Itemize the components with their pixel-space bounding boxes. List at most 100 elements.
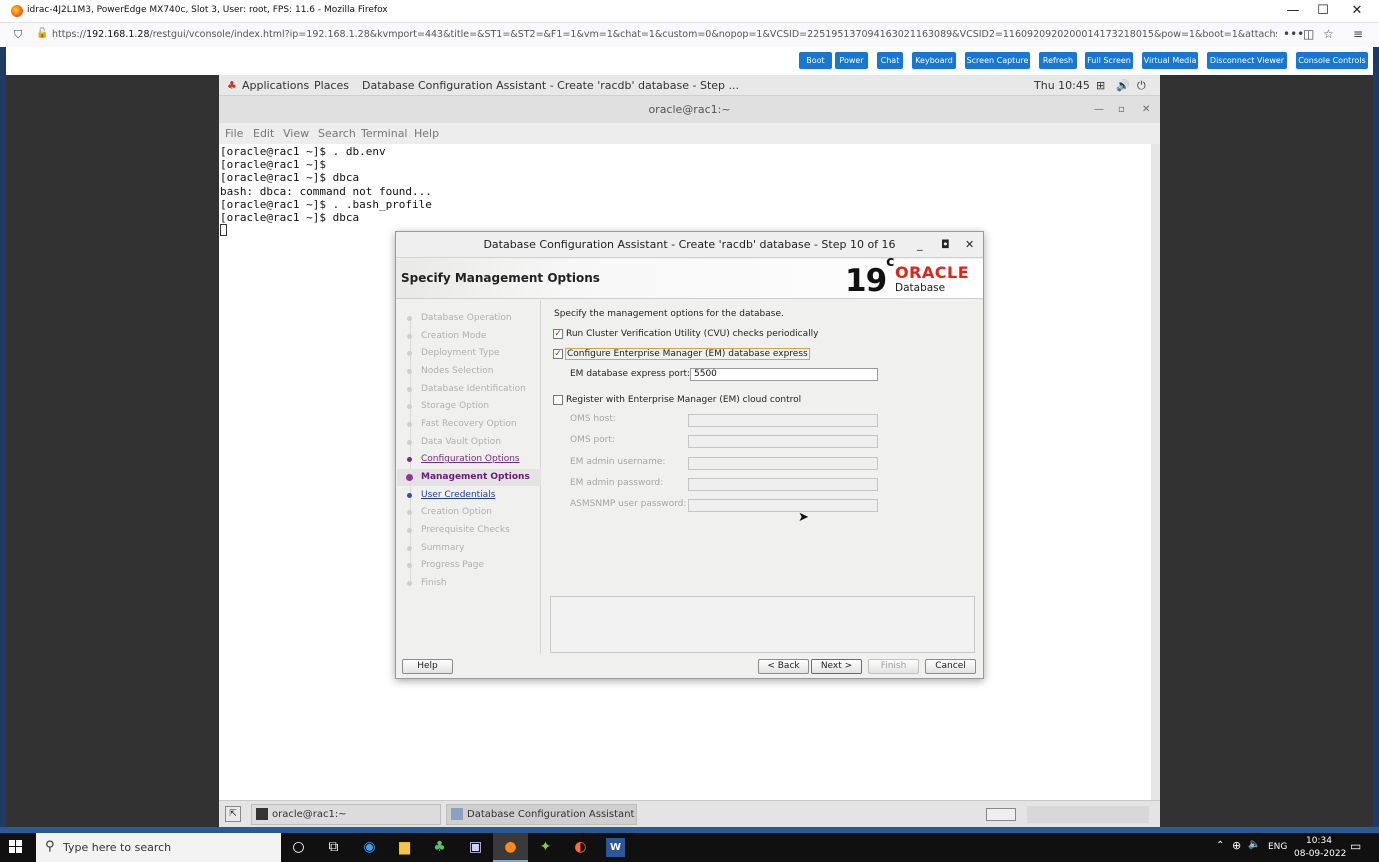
- step-management-options: Management Options: [397, 469, 541, 486]
- step-data-vault-option: Data Vault Option: [397, 434, 541, 451]
- show-desktop-icon[interactable]: ⇱: [225, 806, 241, 822]
- word-icon[interactable]: W: [606, 838, 625, 857]
- terminal-line: [oracle@rac1 ~]$ . db.env: [220, 145, 386, 158]
- address-bar-row: ⛉ 🔓 https://192.168.1.28/restgui/vconsol…: [0, 23, 1379, 47]
- app-icon[interactable]: ♣: [430, 838, 449, 857]
- file-explorer-icon[interactable]: ▆: [395, 838, 414, 857]
- full-screen-button[interactable]: Full Screen: [1085, 52, 1133, 69]
- close-icon[interactable]: ✕: [1340, 2, 1374, 20]
- active-window-title[interactable]: Database Configuration Assistant - Creat…: [362, 79, 739, 92]
- windows-taskbar: ⚲ Type here to search ○ ⧉ ◉ ▆ ♣ ▣ ● ✦ ◐ …: [0, 833, 1379, 862]
- notifications-icon[interactable]: ▭: [1350, 839, 1361, 853]
- task-view-icon[interactable]: ⧉: [324, 838, 343, 857]
- menu-icon[interactable]: ≡: [1353, 27, 1363, 41]
- firefox-icon: [11, 5, 23, 17]
- remote-app-icon[interactable]: ▣: [466, 838, 485, 857]
- menu-terminal[interactable]: Terminal: [361, 127, 408, 140]
- power-icon[interactable]: ⏻: [1137, 79, 1146, 93]
- taskbar-terminal-label: oracle@rac1:~: [272, 809, 347, 820]
- terminal-close-icon[interactable]: ✕: [1142, 96, 1150, 123]
- taskbar-dbca[interactable]: Database Configuration Assistant - C...: [446, 804, 637, 839]
- maximize-icon[interactable]: ☐: [1306, 2, 1340, 20]
- windows-start-icon[interactable]: [9, 840, 23, 854]
- volume-tray-icon[interactable]: 🔈: [1248, 839, 1260, 850]
- menu-file[interactable]: File: [225, 127, 243, 140]
- mobaxterm-icon[interactable]: ✦: [536, 838, 555, 857]
- clock[interactable]: Thu 10:45: [1034, 79, 1090, 92]
- console-controls-button[interactable]: Console Controls: [1296, 52, 1368, 69]
- chat-button[interactable]: Chat: [877, 52, 903, 69]
- em-port-label: EM database express port:: [570, 369, 691, 379]
- cortana-icon[interactable]: ○: [289, 838, 308, 857]
- tray-time[interactable]: 10:34: [1306, 836, 1332, 846]
- terminal-maximize-icon[interactable]: ▫: [1118, 96, 1125, 123]
- language-indicator[interactable]: ENG: [1268, 842, 1287, 852]
- windows-search-box[interactable]: ⚲ Type here to search: [36, 833, 281, 862]
- dbca-maximize-icon[interactable]: ◘: [941, 232, 950, 258]
- page-title: Specify Management Options: [401, 271, 600, 285]
- step-configuration-options[interactable]: Configuration Options: [397, 451, 541, 468]
- oracle-logo: ORACLE: [895, 263, 970, 282]
- next-button[interactable]: Next >: [811, 659, 862, 674]
- screen-capture-button[interactable]: Screen Capture: [965, 52, 1030, 69]
- places-menu[interactable]: Places: [314, 79, 349, 92]
- step-prerequisite-checks: Prerequisite Checks: [397, 522, 541, 539]
- gnome-window-list: ⇱ oracle@rac1:~ Database Configuration A…: [219, 800, 1160, 839]
- edge-icon[interactable]: ◉: [360, 838, 379, 857]
- step-deployment-type: Deployment Type: [397, 345, 541, 362]
- terminal-icon: [256, 808, 268, 820]
- cloud-control-checkbox[interactable]: [553, 395, 563, 405]
- keyboard-button[interactable]: Keyboard: [912, 52, 956, 69]
- search-placeholder: Type here to search: [63, 841, 172, 854]
- dbca-minimize-icon[interactable]: _: [917, 232, 923, 258]
- asmsnmp-password-label: ASMSNMP user password:: [570, 499, 687, 509]
- terminal-scrollbar[interactable]: [1151, 144, 1160, 800]
- step-progress-page: Progress Page: [397, 557, 541, 574]
- minimize-icon[interactable]: —: [1276, 2, 1310, 20]
- menu-search[interactable]: Search: [318, 127, 356, 140]
- pocket-icon[interactable]: ◫: [1303, 27, 1314, 41]
- firefox-taskbar-icon[interactable]: ●: [501, 838, 520, 857]
- menu-help[interactable]: Help: [414, 127, 439, 140]
- menu-edit[interactable]: Edit: [253, 127, 274, 140]
- url-field[interactable]: https://192.168.1.28/restgui/vconsole/in…: [52, 29, 1277, 43]
- intro-text: Specify the management options for the d…: [554, 309, 784, 319]
- page-actions-icon[interactable]: •••: [1283, 27, 1304, 41]
- terminal-line: [oracle@rac1 ~]$ dbca: [220, 211, 360, 225]
- boot-button[interactable]: Boot: [799, 52, 832, 69]
- dbca-close-icon[interactable]: ✕: [965, 232, 974, 258]
- oms-port-label: OMS port:: [570, 435, 615, 445]
- tray-date[interactable]: 08-09-2022: [1294, 849, 1346, 859]
- management-options-panel: Specify the management options for the d…: [543, 300, 983, 654]
- menu-view[interactable]: View: [283, 127, 309, 140]
- workspace-switcher[interactable]: [1027, 806, 1149, 823]
- cvu-label[interactable]: Run Cluster Verification Utility (CVU) c…: [566, 329, 818, 339]
- virtual-media-button[interactable]: Virtual Media: [1142, 52, 1198, 69]
- em-port-field[interactable]: 5500: [690, 368, 878, 381]
- back-button[interactable]: < Back: [758, 659, 809, 674]
- step-creation-mode: Creation Mode: [397, 328, 541, 345]
- terminal-minimize-icon[interactable]: —: [1094, 96, 1104, 123]
- network-icon[interactable]: ⊞: [1096, 79, 1105, 92]
- cancel-button[interactable]: Cancel: [925, 659, 976, 674]
- applications-menu[interactable]: Applications: [242, 79, 309, 92]
- tracking-protection-icon[interactable]: ⛉: [14, 28, 22, 42]
- snail-app-icon[interactable]: ◐: [571, 838, 590, 857]
- asmsnmp-password-field: [688, 499, 878, 512]
- tray-overflow-icon[interactable]: ⌃: [1216, 840, 1224, 851]
- em-express-label[interactable]: Configure Enterprise Manager (EM) databa…: [565, 348, 810, 360]
- refresh-button[interactable]: Refresh: [1039, 52, 1077, 69]
- em-express-checkbox[interactable]: ✓: [553, 349, 563, 359]
- taskbar-terminal[interactable]: oracle@rac1:~: [251, 804, 441, 825]
- step-user-credentials[interactable]: User Credentials: [397, 487, 541, 504]
- volume-icon[interactable]: 🔊: [1116, 79, 1130, 92]
- cvu-checkbox[interactable]: ✓: [553, 329, 563, 339]
- cloud-control-label[interactable]: Register with Enterprise Manager (EM) cl…: [566, 395, 801, 405]
- disconnect-viewer-button[interactable]: Disconnect Viewer: [1207, 52, 1287, 69]
- workspace-1[interactable]: [986, 808, 1016, 821]
- bookmark-star-icon[interactable]: ☆: [1323, 27, 1334, 41]
- help-button[interactable]: Help: [402, 659, 453, 674]
- network-tray-icon[interactable]: ⊕: [1232, 839, 1241, 852]
- insecure-lock-icon[interactable]: 🔓: [36, 28, 48, 39]
- power-button[interactable]: Power: [835, 52, 868, 69]
